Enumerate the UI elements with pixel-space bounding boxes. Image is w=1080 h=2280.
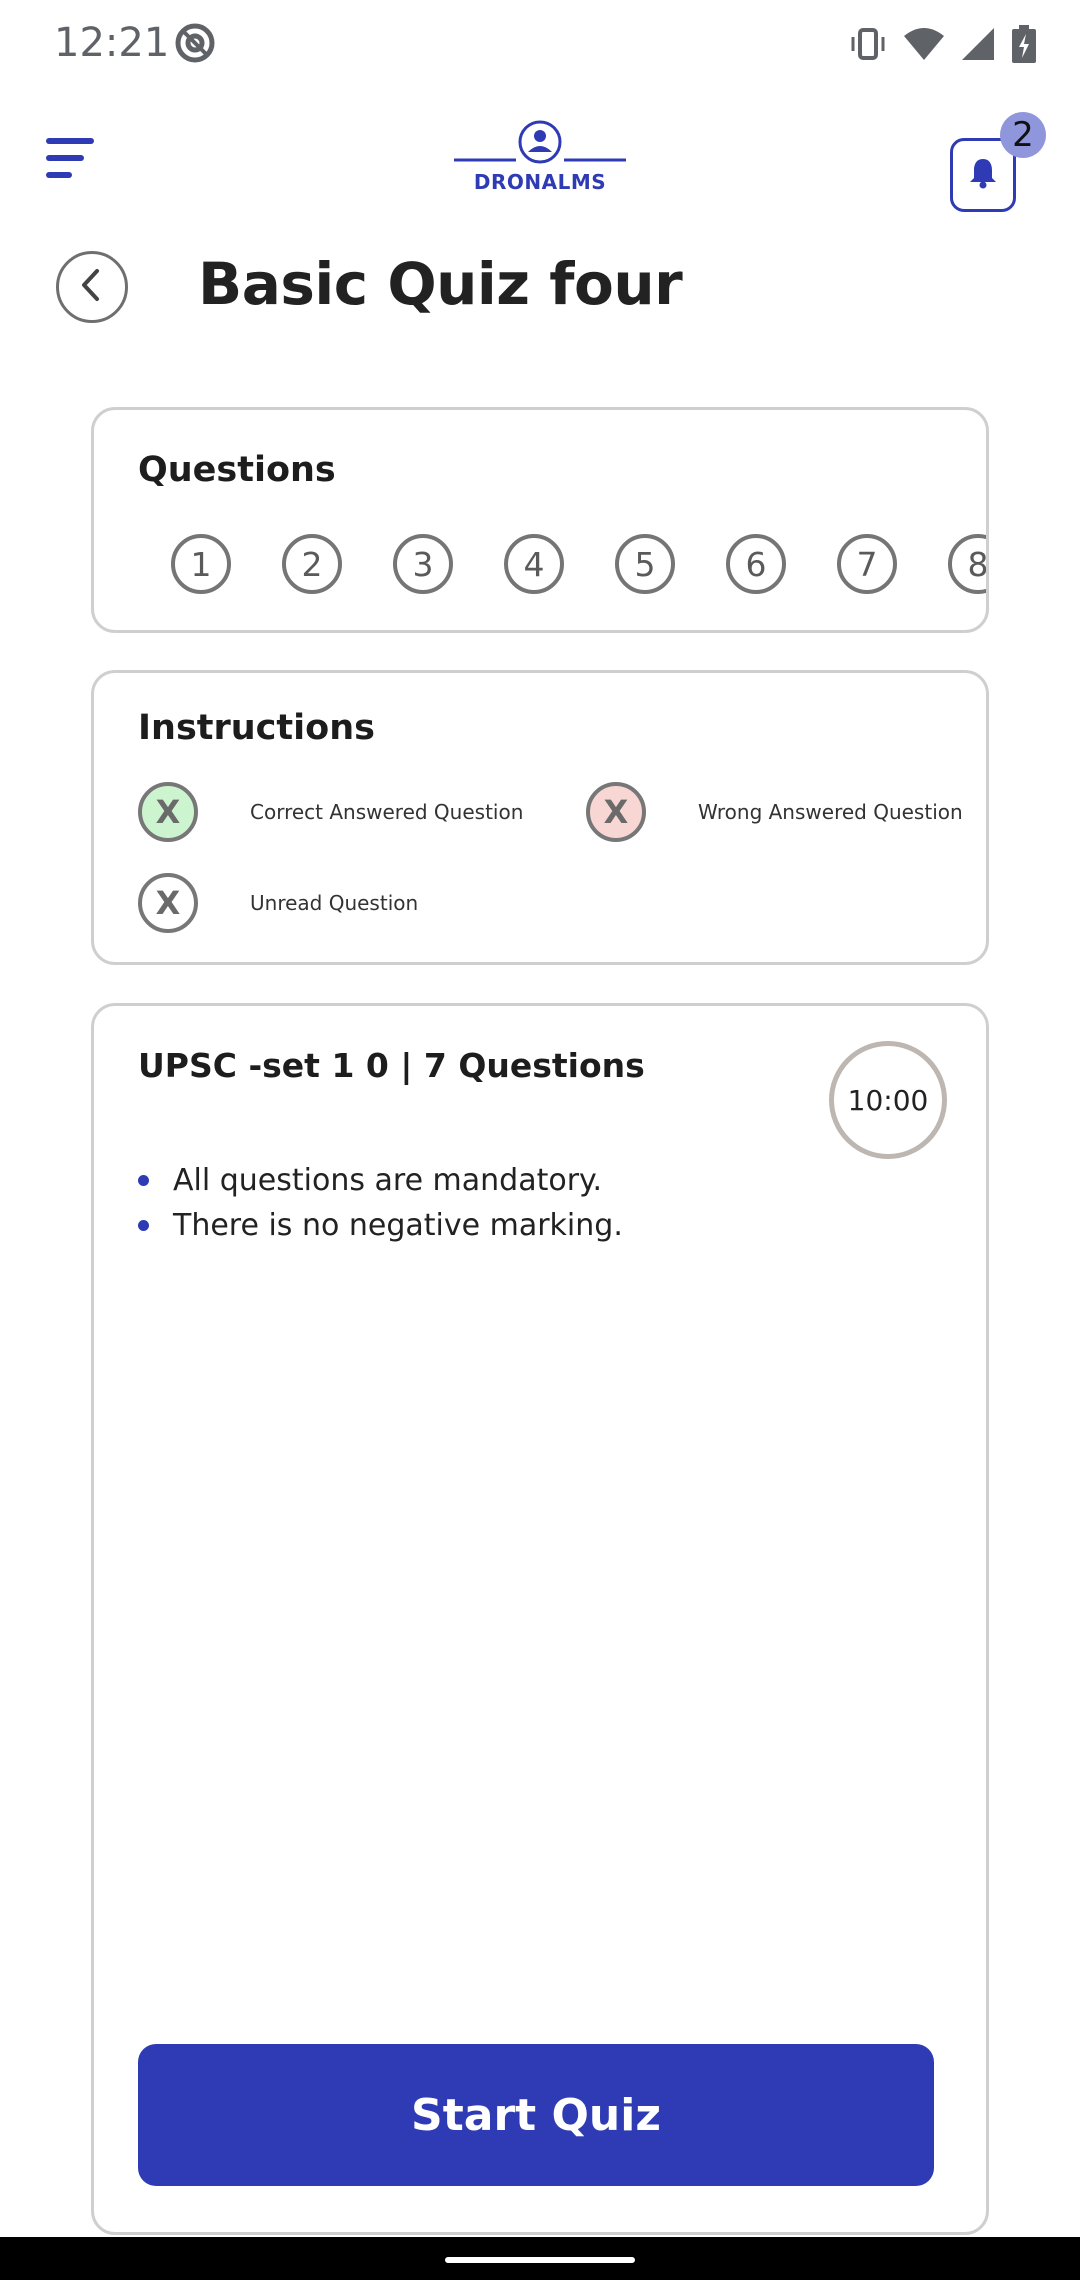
bullet-icon (138, 1220, 149, 1231)
question-number-list[interactable]: 1 2 3 4 5 6 7 8 (171, 534, 986, 594)
status-icons (848, 24, 1036, 69)
legend-label: Wrong Answered Question (698, 800, 963, 824)
questions-title: Questions (138, 450, 336, 490)
status-bar: 12:21 (0, 0, 1080, 92)
rules-list: All questions are mandatory. There is no… (138, 1158, 623, 1248)
legend-wrong: X Wrong Answered Question (586, 782, 963, 842)
question-number[interactable]: 3 (393, 534, 453, 594)
signal-icon (960, 26, 996, 67)
correct-answered-marker: X (138, 782, 198, 842)
instructions-title: Instructions (138, 708, 375, 748)
question-number[interactable]: 2 (282, 534, 342, 594)
at-sign-icon (172, 20, 218, 71)
questions-card: Questions 1 2 3 4 5 6 7 8 (91, 407, 989, 633)
wifi-icon (904, 26, 944, 67)
bullet-icon (138, 1175, 149, 1186)
start-quiz-button[interactable]: Start Quiz (138, 2044, 934, 2186)
app-logo: DRONALMS (452, 120, 628, 200)
instructions-card: Instructions X Correct Answered Question… (91, 670, 989, 965)
rule-item: All questions are mandatory. (138, 1158, 623, 1203)
status-time: 12:21 (54, 20, 170, 66)
battery-charging-icon (1012, 25, 1036, 68)
legend-unread: X Unread Question (138, 873, 418, 933)
question-number[interactable]: 4 (504, 534, 564, 594)
rule-text: All questions are mandatory. (173, 1163, 603, 1198)
navigation-bar (0, 2237, 1080, 2280)
vibrate-icon (848, 24, 888, 69)
question-number[interactable]: 8 (948, 534, 986, 594)
wrong-answered-marker: X (586, 782, 646, 842)
legend-correct: X Correct Answered Question (138, 782, 523, 842)
quiz-card: UPSC -set 1 0 | 7 Questions 10:00 All qu… (91, 1003, 989, 2235)
legend-label: Correct Answered Question (250, 800, 524, 824)
page-title: Basic Quiz four (198, 250, 683, 318)
rule-text: There is no negative marking. (173, 1208, 623, 1243)
notification-count-badge: 2 (1000, 112, 1046, 158)
menu-icon[interactable] (44, 136, 102, 180)
logo-text: DRONALMS (473, 170, 607, 194)
legend-label: Unread Question (250, 891, 419, 915)
back-button[interactable] (56, 251, 128, 323)
home-gesture-handle[interactable] (445, 2257, 635, 2263)
question-number[interactable]: 6 (726, 534, 786, 594)
unread-marker: X (138, 873, 198, 933)
rule-item: There is no negative marking. (138, 1203, 623, 1248)
question-number[interactable]: 1 (171, 534, 231, 594)
chevron-left-icon (77, 267, 107, 308)
question-number[interactable]: 5 (615, 534, 675, 594)
quiz-set-title: UPSC -set 1 0 | 7 Questions (138, 1046, 645, 1085)
bell-icon (969, 157, 997, 194)
timer: 10:00 (829, 1041, 947, 1159)
question-number[interactable]: 7 (837, 534, 897, 594)
